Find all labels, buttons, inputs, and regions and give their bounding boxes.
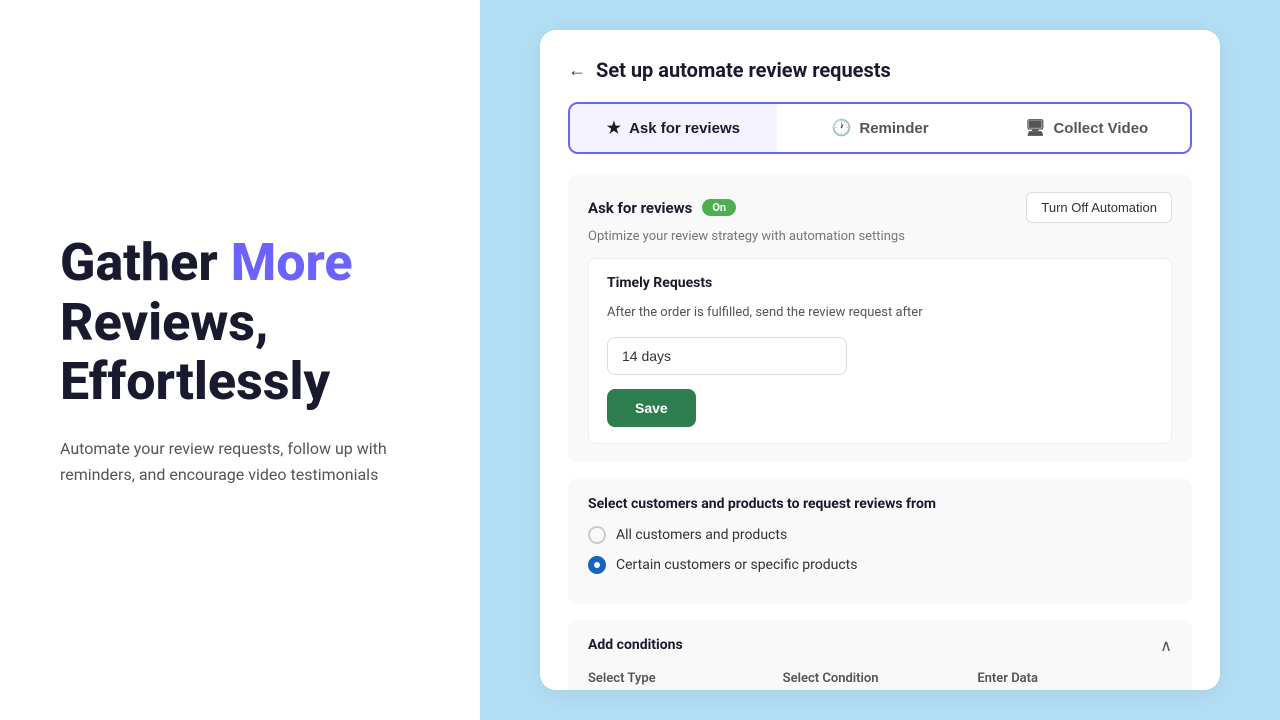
page-title: Set up automate review requests: [596, 58, 891, 82]
add-conditions-header[interactable]: Add conditions ∧: [568, 620, 1192, 671]
col-enter-data: Enter Data: [977, 671, 1162, 686]
add-conditions-title: Add conditions: [588, 637, 683, 653]
ask-section-header: Ask for reviews On Turn Off Automation: [588, 192, 1172, 223]
radio-all-circle[interactable]: [588, 526, 606, 544]
status-badge: On: [702, 199, 736, 216]
headline-effortlessly: Effortlessly: [60, 351, 330, 412]
main-card: ← Set up automate review requests ★ Ask …: [540, 30, 1220, 690]
tab-collect-video-label: Collect Video: [1053, 120, 1148, 137]
timely-requests-desc: After the order is fulfilled, send the r…: [607, 303, 1153, 323]
star-icon: ★: [607, 118, 621, 138]
headline-reviews: Reviews,: [60, 292, 268, 353]
page-header: ← Set up automate review requests: [568, 58, 1192, 82]
video-icon: 🖥: [1025, 118, 1045, 138]
ask-reviews-section: Ask for reviews On Turn Off Automation O…: [568, 174, 1192, 462]
headline-more: More: [231, 232, 353, 293]
tab-reminder-label: Reminder: [859, 120, 928, 137]
conditions-table-header: Select Type Select Condition Enter Data: [568, 671, 1192, 691]
headline: Gather More Reviews, Effortlessly: [60, 233, 420, 412]
description-text: Automate your review requests, follow up…: [60, 436, 420, 487]
back-arrow-icon[interactable]: ←: [568, 60, 586, 81]
turn-off-automation-button[interactable]: Turn Off Automation: [1026, 192, 1172, 223]
chevron-up-icon: ∧: [1160, 636, 1172, 655]
ask-section-title: Ask for reviews: [588, 199, 692, 217]
col-select-condition: Select Condition: [783, 671, 968, 686]
days-select[interactable]: 1 day 3 days 7 days 14 days 30 days: [607, 337, 847, 375]
right-panel: ← Set up automate review requests ★ Ask …: [480, 0, 1280, 720]
radio-certain-circle[interactable]: [588, 556, 606, 574]
customers-section-title: Select customers and products to request…: [588, 496, 1172, 512]
tab-ask-reviews[interactable]: ★ Ask for reviews: [570, 104, 777, 152]
radio-all-customers[interactable]: All customers and products: [588, 526, 1172, 544]
radio-all-label: All customers and products: [616, 527, 787, 543]
tabs-container: ★ Ask for reviews 🕐 Reminder 🖥 Collect V…: [568, 102, 1192, 154]
ask-section-subtitle: Optimize your review strategy with autom…: [588, 229, 1172, 244]
left-panel: Gather More Reviews, Effortlessly Automa…: [0, 0, 480, 720]
headline-text1: Gather: [60, 232, 231, 293]
add-conditions-section: Add conditions ∧ Select Type Select Cond…: [568, 620, 1192, 691]
card-content: ← Set up automate review requests ★ Ask …: [540, 30, 1220, 690]
tab-collect-video[interactable]: 🖥 Collect Video: [983, 104, 1190, 152]
radio-certain-customers[interactable]: Certain customers or specific products: [588, 556, 1172, 574]
save-button[interactable]: Save: [607, 389, 696, 427]
ask-section-title-row: Ask for reviews On: [588, 199, 736, 217]
customers-section: Select customers and products to request…: [568, 478, 1192, 604]
radio-certain-label: Certain customers or specific products: [616, 557, 857, 573]
timely-requests-card: Timely Requests After the order is fulfi…: [588, 258, 1172, 444]
col-select-type: Select Type: [588, 671, 773, 686]
days-select-wrapper: 1 day 3 days 7 days 14 days 30 days: [607, 337, 1153, 375]
timely-requests-title: Timely Requests: [607, 275, 1153, 291]
tab-ask-label: Ask for reviews: [629, 120, 740, 137]
clock-icon: 🕐: [831, 118, 851, 138]
tab-reminder[interactable]: 🕐 Reminder: [777, 104, 984, 152]
